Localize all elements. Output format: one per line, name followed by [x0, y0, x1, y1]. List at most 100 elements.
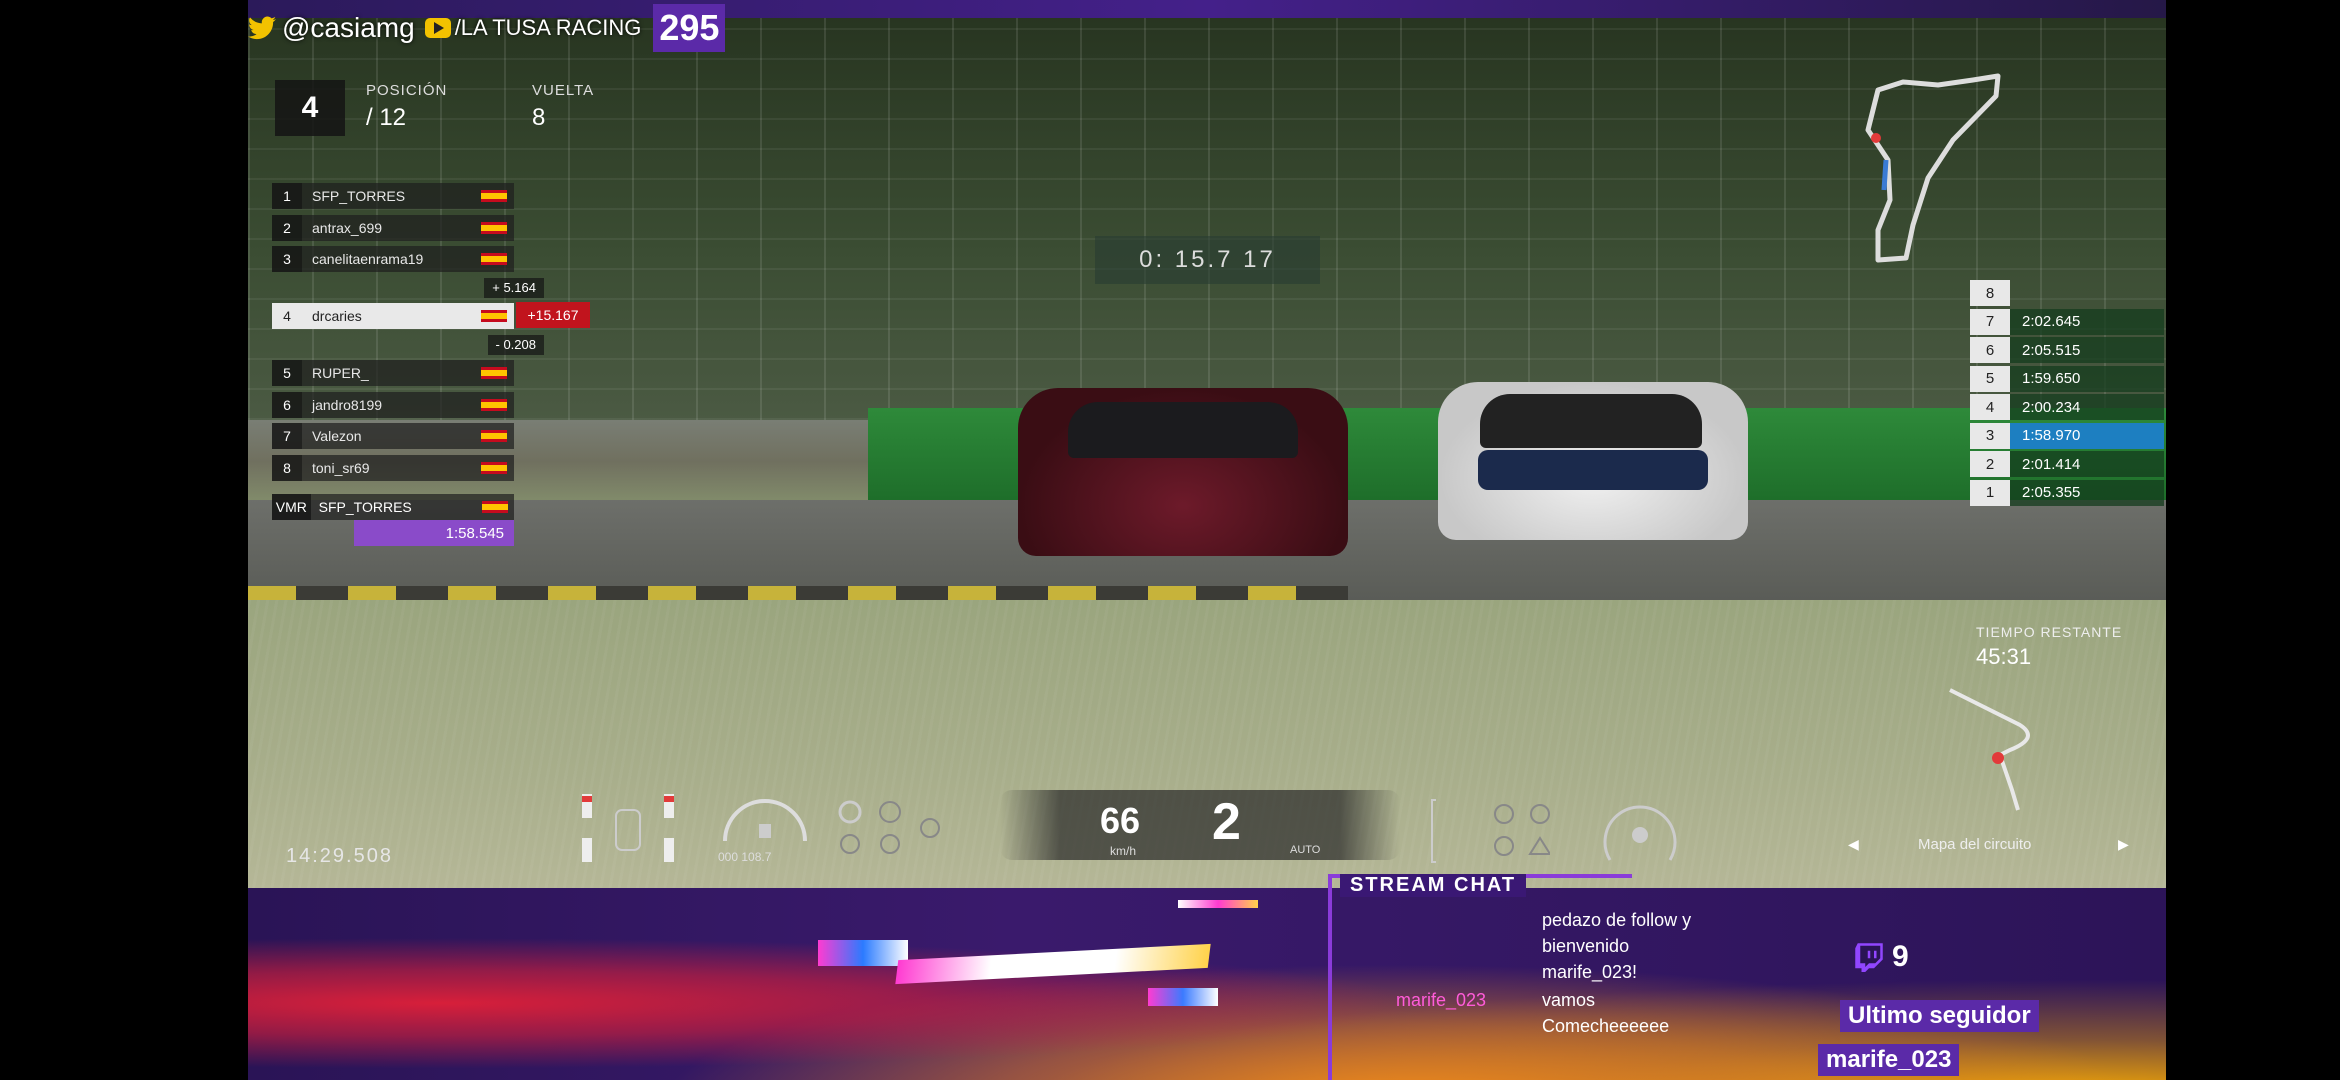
lap-number: 2 [1970, 451, 2010, 477]
twitch-icon [1855, 943, 1883, 972]
twitter-icon [248, 16, 276, 40]
spain-flag-icon [474, 423, 514, 449]
chat-username: marife_023 [1396, 990, 1487, 1010]
lap-time: 2:05.515 [2010, 337, 2164, 363]
fuel-info: 000 108.7 [718, 850, 772, 864]
lap-times: 8 7 2:02.645 6 2:05.515 5 1:59.650 4 2:0… [1970, 280, 2164, 508]
overlay-count: 295 [653, 4, 726, 52]
position-total: / 12 [366, 104, 407, 131]
chat-message-line: vamos [1542, 990, 1596, 1010]
team-name: /LA TUSA RACING [454, 15, 642, 40]
map-prev-arrow-icon[interactable]: ◀ [1848, 836, 1859, 853]
glitch-decoration [895, 943, 1211, 985]
map-label: Mapa del circuito [1918, 836, 2032, 853]
twitch-count: 9 [1892, 940, 1909, 973]
social-bar: @casiamg /LA TUSA RACING 295 [248, 4, 726, 52]
spain-flag-icon [474, 183, 514, 209]
lap-row: 1 2:05.355 [1970, 479, 2164, 506]
leaderboard-row: 8 toni_sr69 [272, 454, 572, 482]
glitch-decoration [818, 940, 908, 966]
gap-ahead: + 5.164 [484, 277, 544, 298]
lap-row: 5 1:59.650 [1970, 365, 2164, 392]
assist-icons [838, 800, 940, 854]
glitch-decoration [1178, 900, 1258, 908]
row-position: 4 [272, 303, 302, 329]
control-icons [1431, 799, 1550, 863]
fuel-gauge-icon [723, 799, 807, 842]
mini-map-icon [1949, 688, 2030, 811]
leaderboard-row: 6 jandro8199 [272, 391, 572, 419]
spain-flag-icon [474, 391, 514, 418]
lap-time: 2:05.355 [2010, 479, 2164, 506]
lap-label: VUELTA [532, 82, 595, 99]
leaderboard-row: 5 RUPER_ [272, 359, 572, 387]
row-position: 1 [272, 183, 302, 209]
leaderboard-row: 2 antrax_699 [272, 214, 572, 242]
gear-value: 2 [1212, 793, 1241, 851]
chat-message-line: Comecheeeeee [1542, 1016, 1670, 1036]
spain-flag-icon [475, 494, 514, 520]
position-current: 4 [275, 80, 345, 136]
leaderboard: 1 SFP_TORRES 2 antrax_699 3 canelitaenra… [272, 182, 590, 485]
lap-time: 1:59.650 [2010, 365, 2164, 392]
gap-to-leader: +15.167 [516, 302, 590, 328]
row-name: jandro8199 [302, 391, 474, 418]
row-name: RUPER_ [302, 360, 474, 386]
lap-time [2010, 280, 2164, 306]
speed-value: 66 [1100, 800, 1141, 841]
twitter-handle: @casiamg [282, 12, 415, 43]
leaderboard-row: 3 canelitaenrama19 [272, 245, 572, 273]
row-name: toni_sr69 [302, 454, 474, 481]
lap-time: 2:01.414 [2010, 451, 2164, 477]
spain-flag-icon [474, 454, 514, 481]
gap-behind-row: - 0.208 [272, 334, 572, 356]
lap-timer: 0: 15.7 17 [1095, 236, 1320, 284]
screen: 4 POSICIÓN / 12 VUELTA 8 1 SFP_TORRES 2 … [0, 0, 2340, 1080]
row-name: drcaries [302, 303, 474, 329]
lap-number: 7 [1970, 308, 2010, 335]
vmr-driver: SFP_TORRES [310, 494, 476, 520]
vmr-time: 1:58.545 [354, 520, 514, 546]
lap-row: 2 2:01.414 [1970, 451, 2164, 477]
session-clock: 14:29.508 [286, 845, 393, 867]
spain-flag-icon [474, 214, 514, 241]
lap-row: 4 2:00.234 [1970, 394, 2164, 420]
lap-time: 2:02.645 [2010, 308, 2164, 335]
track-map-icon [1865, 73, 2001, 263]
last-follower-name: marife_023 [1818, 1044, 1960, 1076]
spain-flag-icon [474, 246, 514, 272]
row-name: Valezon [302, 423, 474, 449]
lap-number: 8 [1970, 280, 2010, 306]
lap-number: 3 [1970, 422, 2010, 449]
chat-title: STREAM CHAT [1340, 874, 1527, 897]
glitch-decoration [1148, 988, 1218, 1006]
row-position: 5 [272, 360, 302, 386]
lap-value: 8 [532, 104, 546, 131]
lap-row: 8 [1970, 280, 2164, 306]
row-position: 7 [272, 423, 302, 449]
map-next-arrow-icon[interactable]: ▶ [2118, 836, 2129, 853]
chat-message-line: bienvenido [1542, 936, 1630, 956]
row-name: canelitaenrama19 [302, 246, 474, 272]
white-car [1438, 382, 1748, 540]
row-position: 8 [272, 454, 302, 481]
lap-row: 6 2:05.515 [1970, 337, 2164, 363]
vmr-tag: VMR [272, 494, 311, 520]
lap-number: 1 [1970, 479, 2010, 506]
turbo-gauge-icon [1603, 805, 1677, 861]
leaderboard-row-player: 4 drcaries +15.167 [272, 302, 590, 330]
remaining-label: TIEMPO RESTANTE [1976, 624, 2123, 640]
row-name: antrax_699 [302, 214, 474, 241]
lap-row: 7 2:02.645 [1970, 308, 2164, 335]
red-car [1018, 388, 1348, 556]
spain-flag-icon [474, 303, 514, 329]
chat-message-line: pedazo de follow y [1542, 910, 1692, 930]
lap-number: 5 [1970, 365, 2010, 392]
row-name: SFP_TORRES [302, 183, 474, 209]
lap-time: 2:00.234 [2010, 394, 2164, 420]
youtube-icon [424, 18, 451, 38]
leaderboard-row: 1 SFP_TORRES [272, 182, 572, 210]
row-position: 2 [272, 214, 302, 241]
speed-unit: km/h [1110, 844, 1137, 858]
last-follower-label: Ultimo seguidor [1840, 1000, 2039, 1032]
